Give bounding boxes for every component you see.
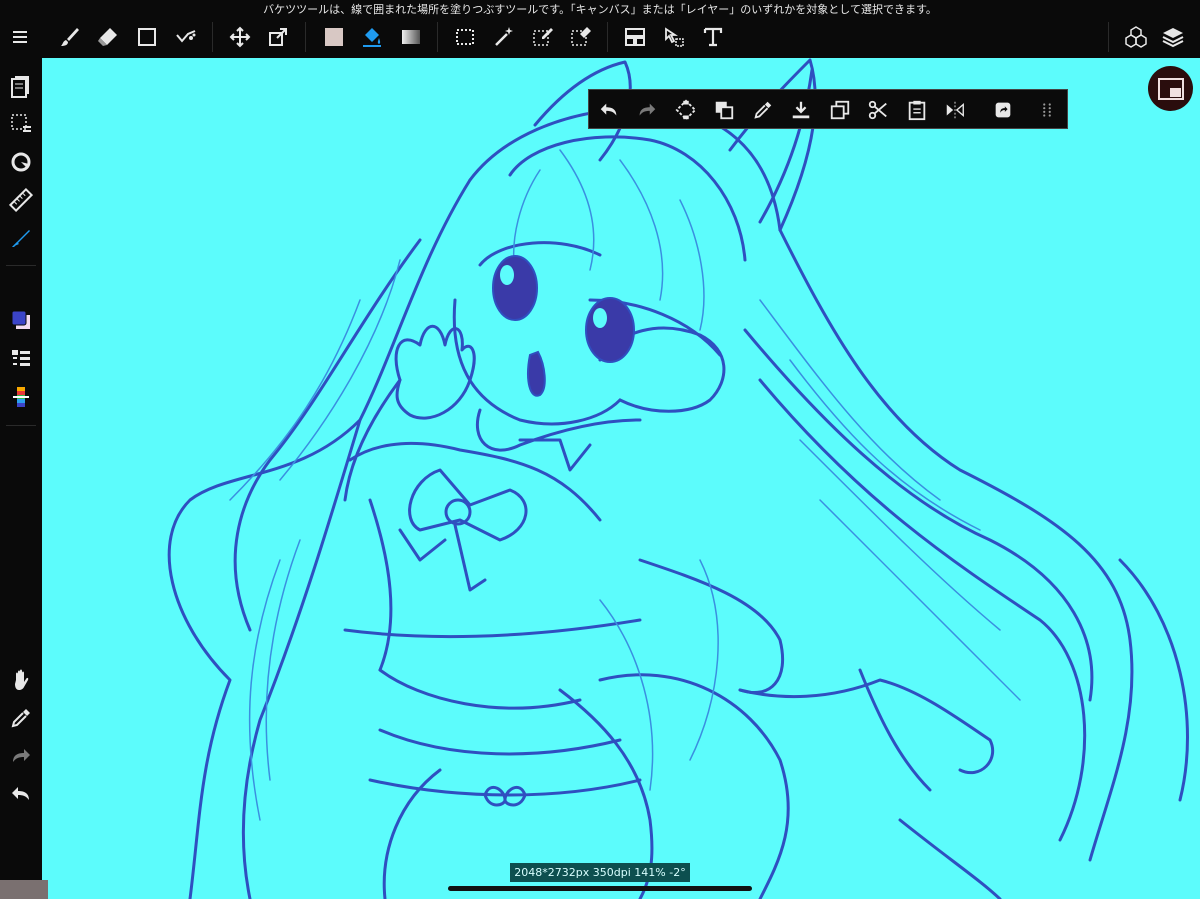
hand-icon[interactable] [3,663,39,697]
eyedropper-icon[interactable] [3,701,39,735]
menu-icon[interactable] [2,20,38,54]
magic-wand-icon[interactable] [486,20,522,54]
toolbar-divider [1108,22,1109,52]
select-rect-icon[interactable] [447,20,483,54]
more-icon[interactable] [1030,93,1064,127]
top-toolbar: バケツツールは、線で囲まれた場所を塗りつぶすツールです。「キャンバス」または「レ… [0,0,1200,58]
toolbar-divider [305,22,306,52]
undo-icon[interactable] [3,777,39,811]
toolbar-divider [437,22,438,52]
shape-icon[interactable] [129,20,165,54]
redo-icon[interactable] [630,93,664,127]
copy-icon[interactable] [823,93,857,127]
line-art [167,58,1189,899]
canvas-status: 2048*2732px 350dpi 141% -2° [510,863,690,882]
home-indicator[interactable] [448,886,752,891]
navigator-button[interactable] [1148,66,1193,111]
color-swatch[interactable] [3,303,39,337]
layers-icon[interactable] [1155,20,1191,54]
select-eraser-icon[interactable] [563,20,599,54]
text-icon[interactable] [695,20,731,54]
fill-color-icon[interactable] [316,20,352,54]
undo-icon[interactable] [592,93,626,127]
toolbar-divider [6,265,36,266]
selection-menu-icon[interactable] [3,107,39,141]
floating-toolbar [588,89,1068,129]
color-palette-icon[interactable] [3,380,39,414]
frame-icon[interactable] [617,20,653,54]
transform-icon[interactable] [260,20,296,54]
transform-selection-icon[interactable] [669,93,703,127]
materials-icon[interactable] [1118,20,1154,54]
eyedropper-icon[interactable] [746,93,780,127]
snap-icon[interactable] [3,145,39,179]
pages-icon[interactable] [3,69,39,103]
drawing-canvas[interactable] [42,58,1200,899]
select-layer-icon[interactable] [656,20,692,54]
flip-icon[interactable] [938,93,972,127]
bucket-icon[interactable] [354,20,390,54]
blur-icon[interactable] [168,20,204,54]
move-icon[interactable] [222,20,258,54]
toolbar-divider [6,425,36,426]
paste-icon[interactable] [900,93,934,127]
hint-text: バケツツールは、線で囲まれた場所を塗りつぶすツールです。「キャンバス」または「レ… [263,3,937,16]
cut-icon[interactable] [861,93,895,127]
toolbar-divider [212,22,213,52]
quick-share-icon[interactable] [986,93,1020,127]
screen-corner [0,880,48,899]
brush-icon[interactable] [52,20,88,54]
brush-list-icon[interactable] [3,342,39,376]
fill-icon[interactable] [707,93,741,127]
redo-icon[interactable] [3,739,39,773]
select-pen-icon[interactable] [525,20,561,54]
gradient-icon[interactable] [393,20,429,54]
left-toolbar [0,58,42,899]
eraser-icon[interactable] [90,20,126,54]
save-icon[interactable] [784,93,818,127]
ruler-icon[interactable] [3,183,39,217]
navigator-icon [1157,77,1184,100]
pen-icon[interactable] [3,221,39,255]
toolbar-divider [607,22,608,52]
